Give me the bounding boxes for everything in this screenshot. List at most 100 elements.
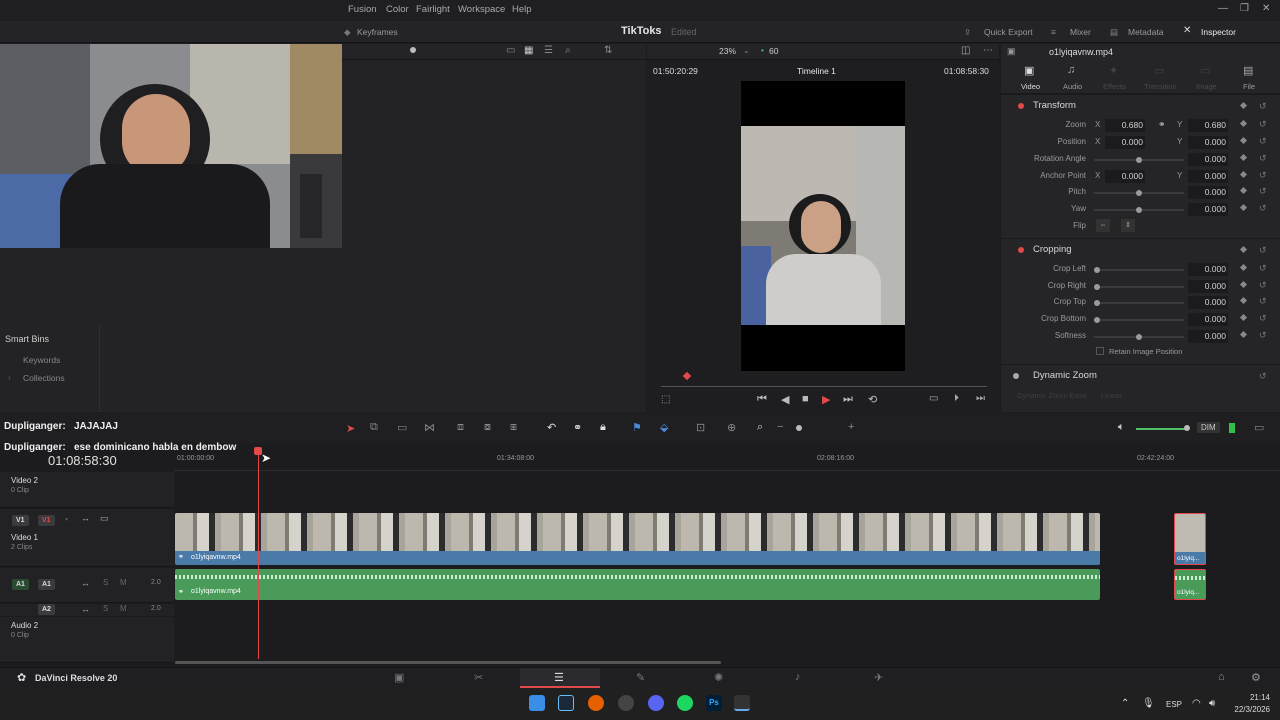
track-header-video1[interactable]: V1 V1 ▪ ↔ ▭ Video 1 2 Clips — [0, 509, 174, 567]
overwrite-clip-icon[interactable]: ⧇ — [484, 421, 491, 434]
thumbnail-size-slider[interactable] — [410, 47, 416, 53]
dim-button[interactable]: DIM — [1197, 422, 1220, 433]
track-header-audio2[interactable]: Audio 2 0 Clip — [0, 617, 174, 663]
crop-left-slider[interactable] — [1094, 267, 1184, 273]
zoom-slider-knob[interactable] — [796, 425, 802, 431]
transform-section-header[interactable]: Transform ↺ — [1001, 94, 1280, 116]
yaw-field[interactable]: 0.000 — [1188, 203, 1228, 216]
selection-tool-icon[interactable]: ➤ — [346, 422, 355, 435]
scrubber-bar[interactable] — [661, 386, 987, 387]
close-icon[interactable]: ✕ — [1262, 3, 1270, 14]
tray-chevron-icon[interactable]: ⌃ — [1121, 698, 1129, 709]
video-clip-2[interactable]: o1lyiq... — [1174, 513, 1206, 565]
go-to-start-icon[interactable]: ⏮ — [757, 393, 767, 406]
dynamic-zoom-section-header[interactable]: Dynamic Zoom ↺ — [1001, 364, 1280, 386]
slider-knob[interactable] — [1094, 300, 1100, 306]
solo-button[interactable]: S — [103, 604, 108, 613]
tab-audio[interactable]: Audio — [1063, 82, 1082, 91]
auto-select-icon[interactable]: ↔ — [81, 513, 90, 523]
crop-right-slider[interactable] — [1094, 284, 1184, 290]
slider-knob[interactable] — [1094, 317, 1100, 323]
start-menu-icon[interactable] — [529, 695, 545, 711]
track-header-audio2-row[interactable]: A2 ↔ S M 2.0 — [0, 604, 174, 616]
zoom-out-icon[interactable]: − — [777, 421, 783, 433]
trim-tool-icon[interactable]: ⧉ — [370, 421, 378, 434]
crop-mode-icon[interactable]: ⬚ — [661, 394, 670, 405]
microphone-icon[interactable]: 🎙︎ — [1142, 698, 1155, 709]
auto-select-icon[interactable]: ↔ — [81, 578, 90, 588]
detail-zoom-icon[interactable]: ⊕ — [727, 421, 736, 434]
play-icon[interactable]: ▶ — [822, 393, 830, 406]
cut-page-icon[interactable]: ✂ — [474, 671, 483, 684]
crop-top-field[interactable]: 0.000 — [1188, 296, 1228, 309]
discord-icon[interactable] — [648, 695, 664, 711]
track-a1-badge[interactable]: A1 — [38, 579, 55, 590]
menu-fusion[interactable]: Fusion — [348, 4, 377, 15]
keyframe-icon[interactable] — [1239, 245, 1248, 254]
replace-clip-icon[interactable]: ⧆ — [510, 421, 517, 434]
mute-button[interactable]: M — [120, 604, 127, 613]
slider-knob[interactable] — [1094, 267, 1100, 273]
next-edit-icon[interactable]: ⏵ — [954, 393, 959, 404]
rotation-field[interactable]: 0.000 — [1188, 153, 1228, 166]
timeline-ruler[interactable]: 01:00:00:00 01:34:08:00 02:08:16:00 02:4… — [174, 451, 1280, 471]
mute-button[interactable]: M — [120, 578, 127, 587]
panel-toggle-icon[interactable]: ▭ — [1254, 421, 1264, 434]
search-icon[interactable]: ⌕ — [565, 45, 571, 56]
edit-page-tab[interactable]: ☰ — [520, 668, 600, 688]
slider-knob[interactable] — [1136, 157, 1142, 163]
reset-icon[interactable]: ↺ — [1259, 245, 1267, 256]
track-a2-badge[interactable]: A2 — [38, 604, 55, 615]
media-page-icon[interactable]: ▣ — [394, 671, 404, 684]
cropping-section-header[interactable]: Cropping ↺ — [1001, 238, 1280, 260]
source-a1-badge[interactable]: A1 — [12, 579, 29, 590]
grid-view-icon[interactable]: ▦ — [524, 45, 533, 56]
reset-icon[interactable]: ↺ — [1259, 153, 1267, 164]
slider-knob[interactable] — [1094, 284, 1100, 290]
keyframe-icon[interactable] — [1239, 313, 1248, 322]
tab-image[interactable]: Image — [1196, 82, 1217, 91]
reset-icon[interactable]: ↺ — [1259, 280, 1267, 291]
slider-knob[interactable] — [1136, 190, 1142, 196]
reset-icon[interactable]: ↺ — [1259, 119, 1267, 130]
list-view-icon[interactable]: ▭ — [506, 45, 515, 56]
retain-position-checkbox[interactable] — [1096, 347, 1104, 355]
position-y-field[interactable]: 0.000 — [1188, 136, 1228, 149]
marker-icon[interactable]: ⬙ — [660, 421, 668, 434]
match-frame-icon[interactable]: ▭ — [929, 393, 938, 404]
keyframe-icon[interactable] — [1239, 186, 1248, 195]
crop-right-field[interactable]: 0.000 — [1188, 280, 1228, 293]
crop-bottom-field[interactable]: 0.000 — [1188, 313, 1228, 326]
photoshop-icon[interactable]: Ps — [706, 695, 722, 711]
zoom-in-icon[interactable]: + — [848, 421, 854, 433]
last-frame-icon[interactable]: ⏭ — [976, 393, 985, 404]
clock-time[interactable]: 21:14 — [1226, 693, 1270, 702]
maximize-icon[interactable]: ❐ — [1240, 3, 1249, 14]
keyframe-icon[interactable] — [1239, 280, 1248, 289]
yaw-slider[interactable] — [1094, 207, 1184, 213]
auto-select-icon[interactable]: ↔ — [81, 604, 90, 614]
fairlight-page-icon[interactable]: ♪ — [795, 671, 801, 683]
chevron-right-icon[interactable]: › — [8, 373, 11, 382]
slider-knob[interactable] — [1136, 207, 1142, 213]
solo-button[interactable]: S — [103, 578, 108, 587]
flag-icon[interactable]: ⚑ — [632, 421, 642, 434]
lock-icon[interactable]: 🔒︎ — [600, 421, 606, 434]
keyframe-icon[interactable] — [1239, 330, 1248, 339]
gear-icon[interactable]: ⚙ — [1251, 671, 1261, 684]
anchor-y-field[interactable]: 0.000 — [1188, 170, 1228, 183]
dynamic-trim-icon[interactable]: ▭ — [397, 421, 407, 434]
reset-icon[interactable]: ↺ — [1259, 371, 1267, 382]
keywords-bin[interactable]: Keywords — [23, 355, 60, 365]
menu-fairlight[interactable]: Fairlight — [416, 4, 450, 15]
zoom-select[interactable]: 23% — [719, 46, 736, 56]
scrubber-playhead[interactable] — [682, 371, 692, 381]
reset-icon[interactable]: ↺ — [1259, 136, 1267, 147]
cropping-enable-icon[interactable] — [1018, 247, 1024, 253]
pitch-field[interactable]: 0.000 — [1188, 186, 1228, 199]
keyframes-button[interactable]: Keyframes — [357, 27, 398, 37]
tab-file[interactable]: File — [1243, 82, 1255, 91]
transform-enable-icon[interactable] — [1018, 103, 1024, 109]
keyframe-icon[interactable] — [1239, 296, 1248, 305]
reset-icon[interactable]: ↺ — [1259, 263, 1267, 274]
